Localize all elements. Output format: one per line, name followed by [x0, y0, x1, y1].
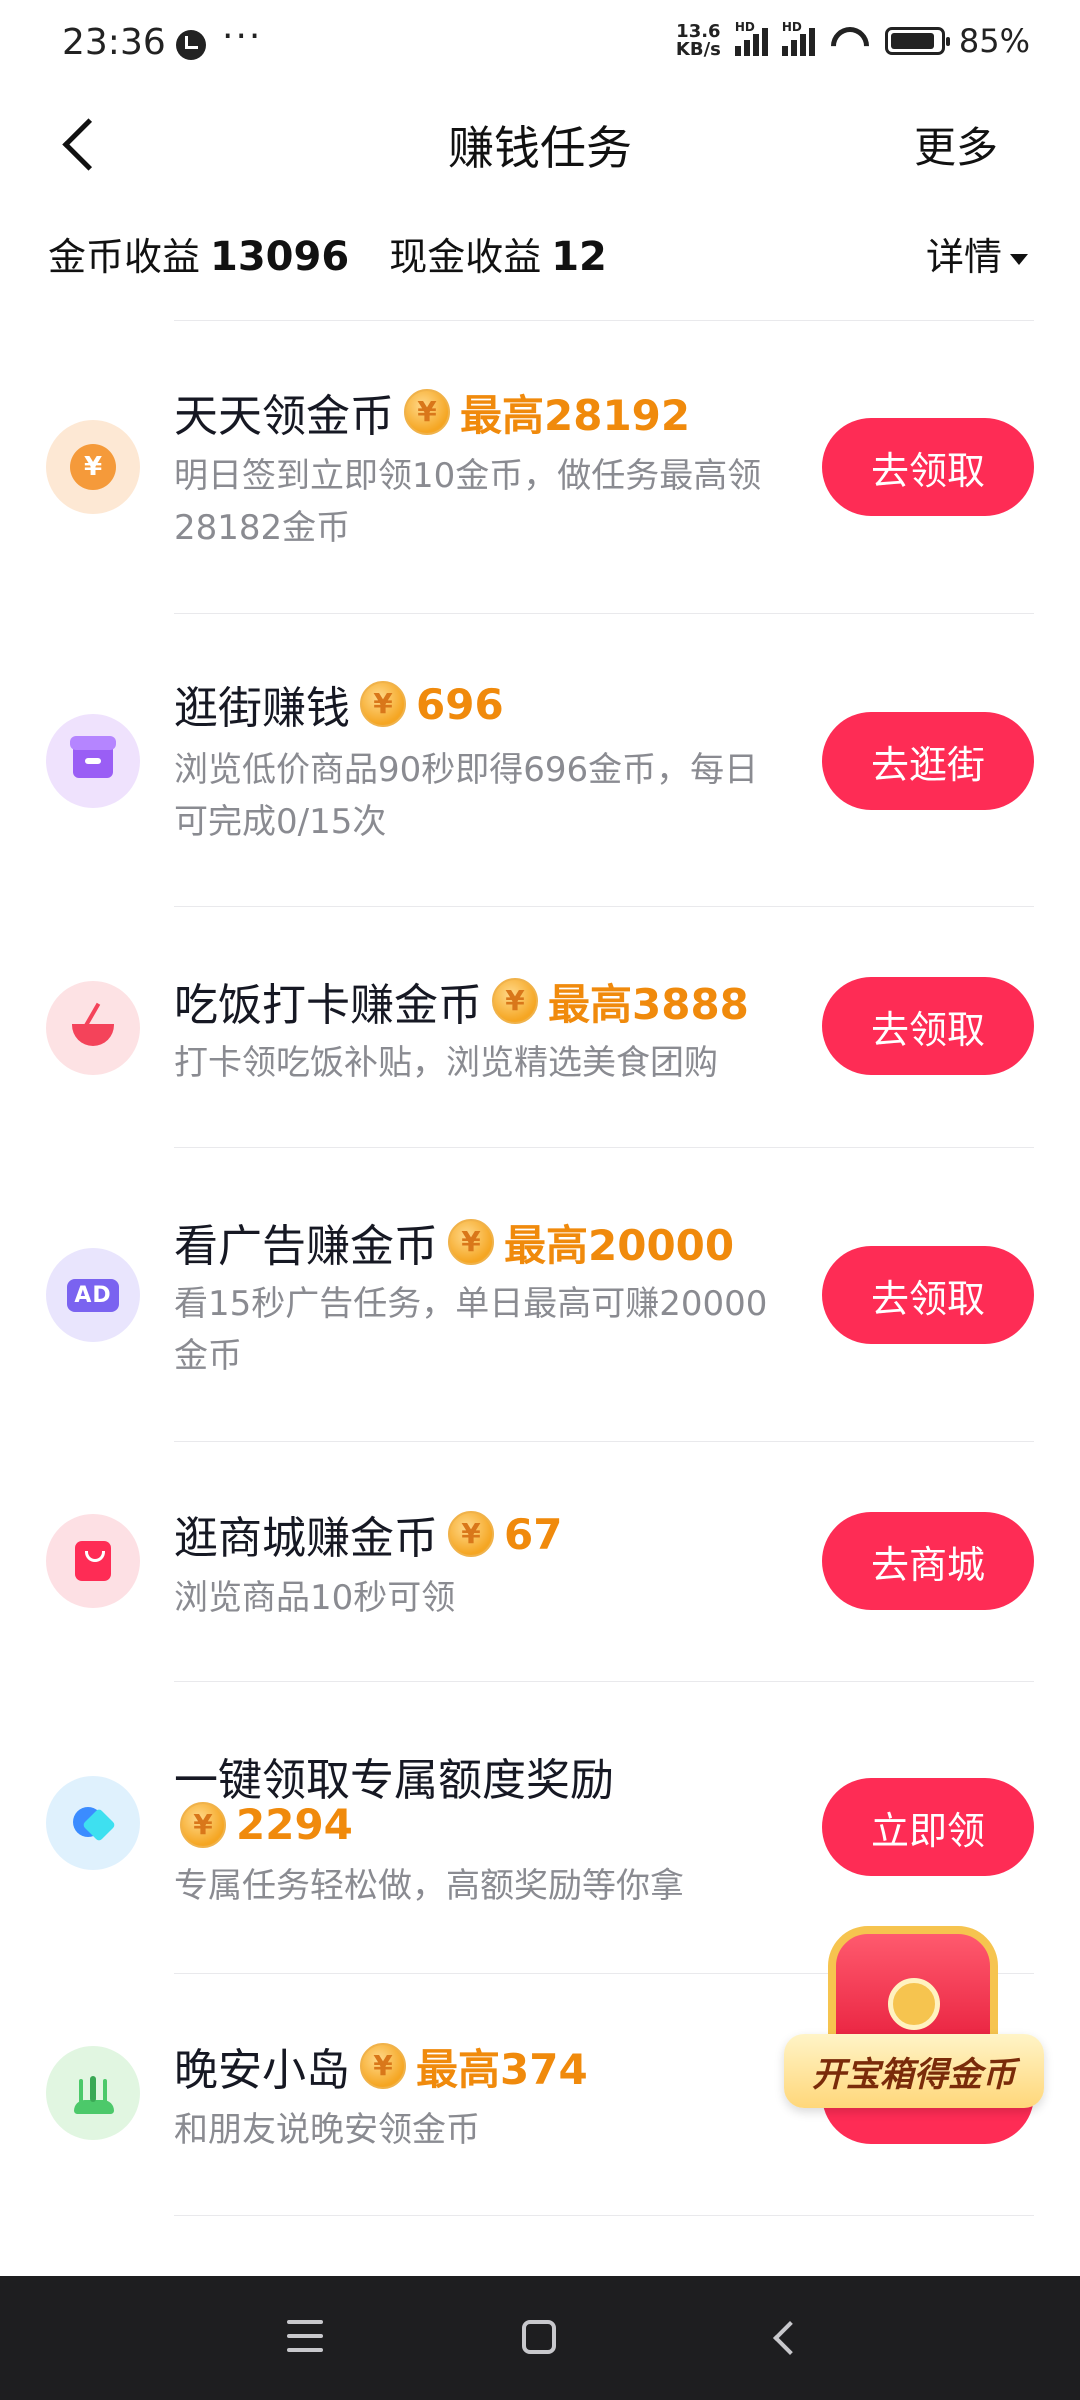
home-icon[interactable] — [522, 2320, 556, 2354]
task-icon — [46, 1514, 140, 1608]
coin-earnings-value: 13096 — [210, 234, 350, 280]
cash-earnings-value: 12 — [551, 234, 607, 280]
task-reward: 最高28192 — [460, 390, 691, 440]
task-title: 逛商城赚金币 — [174, 1513, 438, 1564]
task-item: AD 看广告赚金币最高20000 看15秒广告任务，单日最高可赚20000金币 … — [0, 1148, 1080, 1442]
coin-icon — [404, 389, 450, 435]
task-reward: 2294 — [236, 1800, 353, 1849]
task-item: 吃饭打卡赚金币 最高3888 打卡领吃饭补贴，浏览精选美食团购 去领取 — [0, 907, 1080, 1148]
task-title-line: 看广告赚金币 最高20000 — [174, 1210, 734, 1274]
status-right-group: 13.6 KB/s HD HD 85% — [676, 20, 1030, 60]
task-description: 和朋友说晚安领金币 — [174, 2110, 480, 2150]
clock-notification-icon — [176, 30, 206, 60]
task-title: 晚安小岛 — [174, 2045, 350, 2096]
sim1-hd-tag: HD — [734, 20, 755, 34]
task-icon — [46, 714, 140, 808]
cash-earnings-label: 现金收益 — [389, 235, 542, 279]
net-speed-unit: KB/s — [675, 39, 721, 60]
sim2-hd-tag: HD — [781, 20, 802, 34]
battery-percent: 85% — [958, 22, 1030, 60]
treasure-chest-label: 开宝箱得金币 — [784, 2034, 1044, 2108]
coin-icon — [492, 978, 538, 1024]
task-icon: AD — [46, 1248, 140, 1342]
task-description: 浏览商品10秒可领 — [174, 1578, 456, 1618]
task-title-line: 逛商城赚金币 67 — [174, 1502, 562, 1566]
task-reward: 67 — [504, 1509, 563, 1559]
shop-icon — [70, 736, 116, 778]
task-description: 明日签到立即领10金币，做任务最高领28182金币 — [174, 456, 762, 548]
task-reward: 最高20000 — [504, 1220, 735, 1270]
ad-icon: AD — [67, 1278, 119, 1312]
task-icon: ¥ — [46, 420, 140, 514]
more-button[interactable]: 更多 — [914, 114, 998, 175]
coin-icon — [360, 681, 406, 727]
coin-icon — [360, 2043, 406, 2089]
task-action-button[interactable]: 去领取 — [822, 977, 1034, 1075]
coin-earnings-label: 金币收益 — [48, 235, 201, 279]
task-item: ¥ 天天领金币 最高28192 明日签到立即领10金币，做任务最高领28182金币… — [0, 320, 1080, 614]
wifi-icon — [829, 25, 871, 57]
task-title: 一键领取专属额度奖励 — [174, 1755, 614, 1806]
task-reward: 最高374 — [416, 2044, 588, 2094]
task-description: 打卡领吃饭补贴，浏览精选美食团购 — [174, 1043, 718, 1083]
task-item: 逛街赚钱 696 浏览低价商品90秒即得696金币，每日可完成0/15次 去逛街 — [0, 614, 1080, 907]
coin-icon — [180, 1801, 226, 1848]
heart-gem-icon — [73, 1803, 113, 1843]
signal-icon: HD — [734, 20, 768, 56]
task-item: 逛商城赚金币 67 浏览商品10秒可领 去商城 — [0, 1442, 1080, 1682]
chest-lock-icon — [888, 1978, 940, 2030]
header: 赚钱任务 更多 — [0, 90, 1080, 200]
menu-icon[interactable] — [287, 2320, 323, 2354]
signal-icon: HD — [781, 20, 815, 56]
task-title: 吃饭打卡赚金币 — [174, 980, 482, 1031]
task-description: 看15秒广告任务，单日最高可赚20000金币 — [174, 1284, 768, 1376]
shopping-bag-icon — [75, 1541, 111, 1581]
detail-label: 详情 — [925, 235, 1002, 279]
task-icon — [46, 981, 140, 1075]
treasure-chest-widget[interactable]: 开宝箱得金币 — [784, 1926, 1044, 2136]
coin-icon — [448, 1511, 494, 1557]
task-reward-line: 2294 — [170, 1800, 353, 1849]
task-title: 看广告赚金币 — [174, 1221, 438, 1272]
status-bar: 23:36 ··· 13.6 KB/s HD HD 85% — [0, 0, 1080, 90]
task-action-button[interactable]: 立即领 — [822, 1778, 1034, 1876]
divider — [174, 2215, 1034, 2216]
system-nav-bar — [0, 2276, 1080, 2400]
task-description: 专属任务轻松做，高额奖励等你拿 — [174, 1866, 684, 1906]
task-title-line: 吃饭打卡赚金币 最高3888 — [174, 969, 749, 1033]
nav-back-icon[interactable] — [768, 2320, 802, 2354]
task-reward: 最高3888 — [548, 979, 749, 1029]
battery-icon — [884, 27, 950, 55]
status-more: ··· — [222, 16, 263, 57]
bowl-icon — [72, 1024, 114, 1046]
task-icon — [46, 1776, 140, 1870]
coin-icon — [448, 1219, 494, 1265]
detail-button[interactable]: 详情 — [926, 226, 1028, 281]
yen-coin-icon: ¥ — [70, 444, 116, 490]
status-time: 23:36 — [62, 22, 166, 63]
task-title: 逛街赚钱 — [174, 683, 350, 734]
task-icon — [46, 2046, 140, 2140]
earnings-bar: 金币收益 13096 现金收益 12 详情 — [48, 226, 1038, 286]
task-title-line: 一键领取专属额度奖励 — [174, 1744, 614, 1808]
task-action-button[interactable]: 去领取 — [822, 418, 1034, 516]
task-action-button[interactable]: 去逛街 — [822, 712, 1034, 810]
task-title-line: 天天领金币 最高28192 — [174, 380, 690, 444]
caret-down-icon — [1010, 254, 1028, 265]
task-title-line: 逛街赚钱 696 — [174, 672, 504, 736]
task-title: 天天领金币 — [174, 391, 394, 442]
task-action-button[interactable]: 去商城 — [822, 1512, 1034, 1610]
task-reward: 696 — [416, 679, 504, 729]
task-action-button[interactable]: 去领取 — [822, 1246, 1034, 1344]
net-speed: 13.6 KB/s — [676, 23, 721, 59]
task-description: 浏览低价商品90秒即得696金币，每日可完成0/15次 — [174, 750, 759, 842]
task-title-line: 晚安小岛 最高374 — [174, 2034, 588, 2098]
island-icon — [70, 2070, 116, 2116]
